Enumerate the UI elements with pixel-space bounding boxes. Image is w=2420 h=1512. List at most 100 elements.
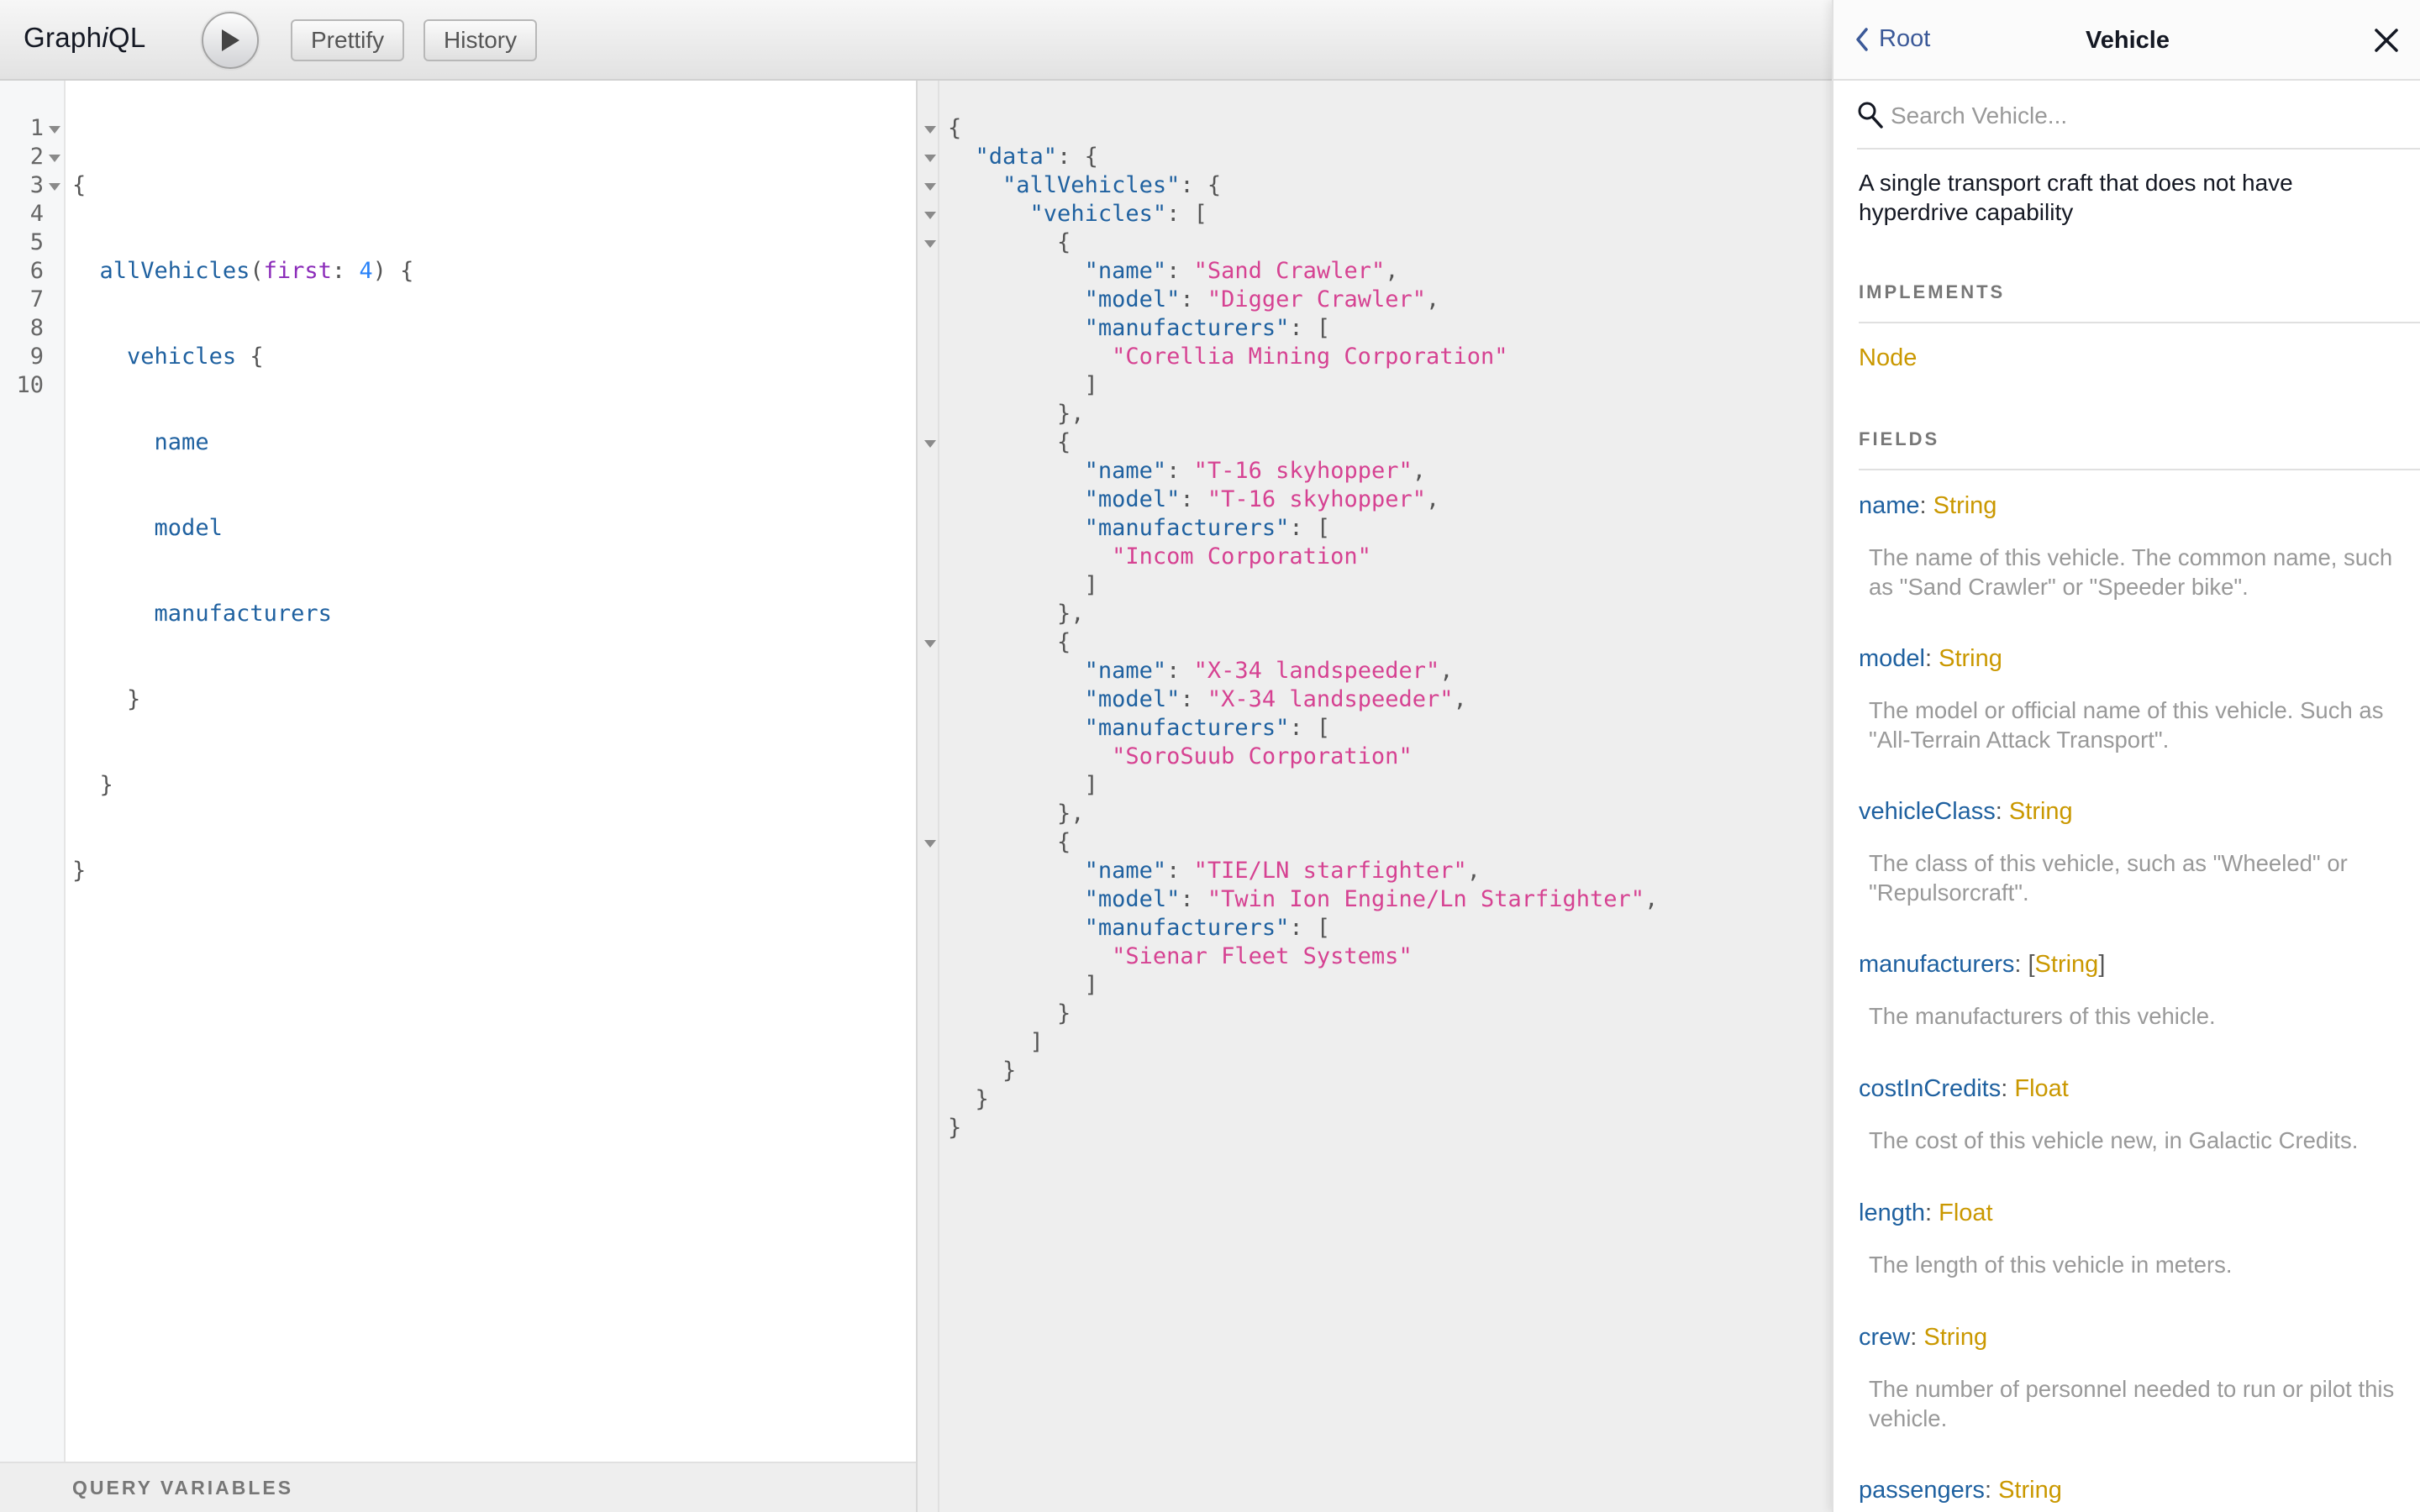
field-name-link[interactable]: model bbox=[1859, 645, 1925, 672]
result-line: "SoroSuub Corporation" bbox=[1112, 743, 1413, 769]
query-editor-pane: 1 2 3 4 5 6 7 8 9 10 { allVehicles(first… bbox=[0, 81, 916, 1512]
search-icon bbox=[1858, 102, 1883, 129]
fold-arrow-icon[interactable] bbox=[49, 183, 60, 191]
query-variables-toggle[interactable]: QUERY VARIABLES bbox=[0, 1462, 916, 1512]
field-name-link[interactable]: name bbox=[1859, 492, 1920, 519]
field-type-link[interactable]: String bbox=[1923, 1324, 1987, 1351]
result-fold-gutter bbox=[918, 81, 939, 1512]
result-line: { bbox=[948, 429, 1071, 455]
code-token: name bbox=[154, 429, 209, 455]
doc-field: name: String The name of this vehicle. T… bbox=[1859, 491, 2396, 601]
type-description: A single transport craft that does not h… bbox=[1859, 170, 2293, 225]
result-line: "name": "TIE/LN starfighter", bbox=[1084, 858, 1481, 884]
line-number: 9 bbox=[29, 344, 44, 370]
doc-field: crew: String The number of personnel nee… bbox=[1859, 1322, 2396, 1433]
query-editor[interactable]: { allVehicles(first: 4) { vehicles { nam… bbox=[72, 114, 413, 1028]
doc-field: passengers: String bbox=[1859, 1477, 2062, 1504]
field-name-link[interactable]: manufacturers bbox=[1859, 951, 2014, 978]
field-name-link[interactable]: passengers bbox=[1859, 1477, 1985, 1504]
field-type-link[interactable]: String bbox=[2035, 951, 2099, 978]
code-token: manufacturers bbox=[154, 601, 332, 627]
result-line: "manufacturers": [ bbox=[1084, 715, 1331, 741]
result-line: ] bbox=[948, 372, 1098, 398]
result-line: ] bbox=[948, 1029, 1044, 1055]
field-description: The class of this vehicle, such as "Whee… bbox=[1869, 850, 2348, 906]
fold-arrow-icon[interactable] bbox=[924, 183, 936, 191]
result-line: { bbox=[948, 229, 1071, 255]
code-token: model bbox=[154, 515, 223, 541]
code-token: ( bbox=[250, 258, 264, 284]
fold-arrow-icon[interactable] bbox=[49, 155, 60, 162]
code-token: { bbox=[236, 344, 264, 370]
result-line: "Incom Corporation" bbox=[1112, 543, 1371, 570]
result-line: "model": "X-34 landspeeder", bbox=[1084, 686, 1467, 712]
result-line: }, bbox=[948, 601, 1085, 627]
fold-arrow-icon[interactable] bbox=[49, 126, 60, 134]
doc-field: costInCredits: Float The cost of this ve… bbox=[1859, 1074, 2396, 1155]
field-name-link[interactable]: costInCredits bbox=[1859, 1075, 2001, 1102]
fold-arrow-icon[interactable] bbox=[924, 126, 936, 134]
prettify-button[interactable]: Prettify bbox=[291, 19, 405, 61]
result-line: }, bbox=[948, 801, 1085, 827]
result-line: "model": "T-16 skyhopper", bbox=[1084, 486, 1440, 512]
doc-field: model: String The model or official name… bbox=[1859, 643, 2396, 754]
result-line: "name": "Sand Crawler", bbox=[1084, 258, 1399, 284]
doc-field: vehicleClass: String The class of this v… bbox=[1859, 796, 2396, 907]
toolbar: GraphiQL Prettify History bbox=[0, 0, 1832, 81]
line-number: 4 bbox=[29, 201, 44, 227]
field-description: The number of personnel needed to run or… bbox=[1869, 1376, 2395, 1431]
field-name-link[interactable]: length bbox=[1859, 1200, 1925, 1226]
fold-arrow-icon[interactable] bbox=[924, 640, 936, 648]
field-name-link[interactable]: vehicleClass bbox=[1859, 798, 1996, 825]
code-token: allVehicles bbox=[99, 258, 250, 284]
result-line: "vehicles": [ bbox=[1029, 201, 1207, 227]
field-type-link[interactable]: String bbox=[1933, 492, 1997, 519]
code-token: } bbox=[99, 772, 113, 798]
field-name-link[interactable]: crew bbox=[1859, 1324, 1910, 1351]
execute-query-button[interactable] bbox=[202, 12, 259, 69]
line-number: 1 bbox=[29, 115, 44, 141]
play-icon bbox=[222, 29, 239, 51]
field-type-link[interactable]: String bbox=[2009, 798, 2073, 825]
fold-arrow-icon[interactable] bbox=[924, 212, 936, 219]
doc-field: length: Float The length of this vehicle… bbox=[1859, 1198, 2396, 1279]
field-description: The cost of this vehicle new, in Galacti… bbox=[1869, 1127, 2359, 1153]
result-viewer-pane: { "data": { "allVehicles": { "vehicles":… bbox=[916, 81, 1832, 1512]
result-line: "data": { bbox=[975, 144, 1098, 170]
result-line: "allVehicles": { bbox=[1002, 172, 1222, 198]
fold-arrow-icon[interactable] bbox=[924, 440, 936, 448]
field-type-link[interactable]: Float bbox=[1939, 1200, 1992, 1226]
fold-arrow-icon[interactable] bbox=[924, 240, 936, 248]
doc-explorer-title: Vehicle bbox=[2086, 27, 2170, 54]
result-line: "model": "Twin Ion Engine/Ln Starfighter… bbox=[1084, 886, 1659, 912]
result-line: { bbox=[948, 829, 1071, 855]
documentation-explorer: Root Vehicle A single transport craft th… bbox=[1832, 0, 2420, 1512]
code-token: ) { bbox=[372, 258, 414, 284]
doc-search-input[interactable] bbox=[1891, 97, 2395, 134]
close-icon bbox=[2375, 29, 2398, 52]
field-type-link[interactable]: String bbox=[1998, 1477, 2062, 1504]
fold-arrow-icon[interactable] bbox=[924, 840, 936, 848]
history-button[interactable]: History bbox=[424, 19, 538, 61]
implements-node-link[interactable]: Node bbox=[1859, 344, 1917, 372]
code-token: : bbox=[331, 258, 360, 284]
result-line: } bbox=[948, 1115, 962, 1141]
result-line: { bbox=[948, 115, 962, 141]
query-variables-label: QUERY VARIABLES bbox=[72, 1477, 294, 1499]
field-type-link[interactable]: Float bbox=[2014, 1075, 2068, 1102]
code-token: } bbox=[72, 858, 87, 884]
result-line: "manufacturers": [ bbox=[1084, 515, 1331, 541]
result-line: { bbox=[948, 629, 1071, 655]
line-number: 10 bbox=[16, 372, 44, 398]
close-docs-button[interactable] bbox=[2368, 22, 2405, 59]
fold-arrow-icon[interactable] bbox=[924, 155, 936, 162]
doc-explorer-header: Root Vehicle bbox=[1833, 0, 2420, 81]
result-line: "name": "T-16 skyhopper", bbox=[1084, 458, 1426, 484]
result-line: "manufacturers": [ bbox=[1084, 315, 1331, 341]
result-line: "name": "X-34 landspeeder", bbox=[1084, 658, 1454, 684]
line-number: 7 bbox=[29, 286, 44, 312]
line-number: 8 bbox=[29, 315, 44, 341]
line-number-gutter: 1 2 3 4 5 6 7 8 9 10 bbox=[0, 81, 66, 1462]
field-description: The model or official name of this vehic… bbox=[1869, 697, 2384, 753]
field-type-link[interactable]: String bbox=[1939, 645, 2002, 672]
